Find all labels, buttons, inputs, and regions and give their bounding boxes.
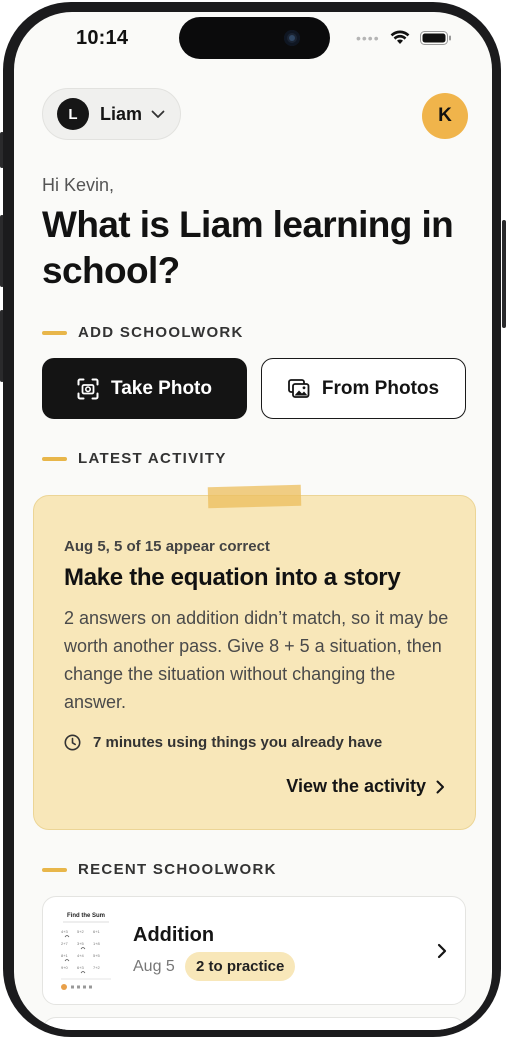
tape-decoration	[207, 484, 302, 509]
section-accent-bar	[42, 330, 67, 335]
battery-icon	[419, 30, 451, 45]
section-accent-bar	[42, 867, 67, 872]
schoolwork-date: Aug 5	[133, 958, 175, 975]
camera-viewfinder-icon	[77, 378, 99, 399]
dynamic-island	[179, 17, 330, 59]
child-selector[interactable]: L Liam	[42, 88, 181, 140]
activity-card[interactable]: Aug 5, 5 of 15 appear correct Make the e…	[33, 495, 476, 830]
svg-text:6+1: 6+1	[93, 929, 101, 934]
svg-text:2+7: 2+7	[61, 941, 69, 946]
thumbnail-title: Find the Sum	[67, 913, 105, 919]
power-button	[502, 220, 506, 328]
svg-text:1+8: 1+8	[93, 941, 101, 946]
section-add-schoolwork: ADD SCHOOLWORK	[42, 324, 244, 341]
chevron-down-icon	[151, 110, 165, 118]
cellular-signal-icon: ••••	[356, 29, 380, 46]
activity-title: Make the equation into a story	[64, 564, 401, 591]
schoolwork-title: Addition	[133, 924, 215, 946]
chevron-right-icon	[436, 780, 444, 793]
photo-gallery-icon	[288, 378, 310, 398]
schoolwork-item[interactable]: Find the Sum 4+3 5+2 6+1 2+7 3+5 1+8 8+1 4+4 5…	[42, 896, 466, 1005]
app-screen: 10:14 •••• L Liam K Hi Kevin, What is Li…	[14, 12, 492, 1030]
activity-description: 2 answers on addition didn’t match, so i…	[64, 608, 449, 712]
status-indicators: ••••	[356, 30, 452, 45]
user-avatar[interactable]: K	[422, 93, 468, 139]
take-photo-label: Take Photo	[111, 377, 212, 399]
child-name: Liam	[100, 103, 143, 124]
from-photos-label: From Photos	[321, 377, 440, 399]
activity-duration-label: 7 minutes using things you already have	[93, 734, 383, 751]
activity-meta: Aug 5, 5 of 15 appear correct	[64, 538, 270, 555]
svg-text:8+1: 8+1	[61, 953, 69, 958]
section-label: ADD SCHOOLWORK	[78, 324, 244, 341]
view-activity-link[interactable]: View the activity	[286, 776, 445, 797]
schoolwork-item-partial[interactable]	[42, 1017, 466, 1030]
section-label: LATEST ACTIVITY	[78, 450, 227, 467]
activity-duration: 7 minutes using things you already have	[64, 734, 382, 751]
svg-text:7+2: 7+2	[93, 965, 101, 970]
phone-frame: 10:14 •••• L Liam K Hi Kevin, What is Li…	[0, 0, 506, 1041]
svg-text:9+0: 9+0	[61, 965, 69, 970]
child-avatar: L	[57, 98, 89, 130]
page-title: What is Liam learning in school?	[42, 204, 454, 291]
practice-badge: 2 to practice	[185, 952, 296, 981]
svg-text:5+2: 5+2	[77, 929, 85, 934]
clock-icon	[64, 734, 81, 751]
greeting: Hi Kevin,	[42, 175, 115, 195]
view-activity-label: View the activity	[286, 776, 426, 796]
svg-text:5+5: 5+5	[93, 953, 101, 958]
take-photo-button[interactable]: Take Photo	[42, 358, 247, 419]
front-camera-icon	[284, 30, 300, 46]
svg-text:4+4: 4+4	[77, 953, 85, 958]
section-accent-bar	[42, 456, 67, 461]
wifi-icon	[390, 30, 410, 44]
worksheet-thumbnail: Find the Sum 4+3 5+2 6+1 2+7 3+5 1+8 8+1 4+4 5…	[55, 907, 117, 995]
section-latest-activity: LATEST ACTIVITY	[42, 450, 227, 467]
svg-text:3+5: 3+5	[77, 941, 85, 946]
chevron-right-icon	[437, 943, 447, 959]
svg-text:6+3: 6+3	[77, 965, 85, 970]
status-time: 10:14	[76, 27, 129, 49]
section-label: RECENT SCHOOLWORK	[78, 861, 277, 878]
section-recent-schoolwork: RECENT SCHOOLWORK	[42, 861, 277, 878]
svg-text:4+3: 4+3	[61, 929, 69, 934]
from-photos-button[interactable]: From Photos	[261, 358, 466, 419]
